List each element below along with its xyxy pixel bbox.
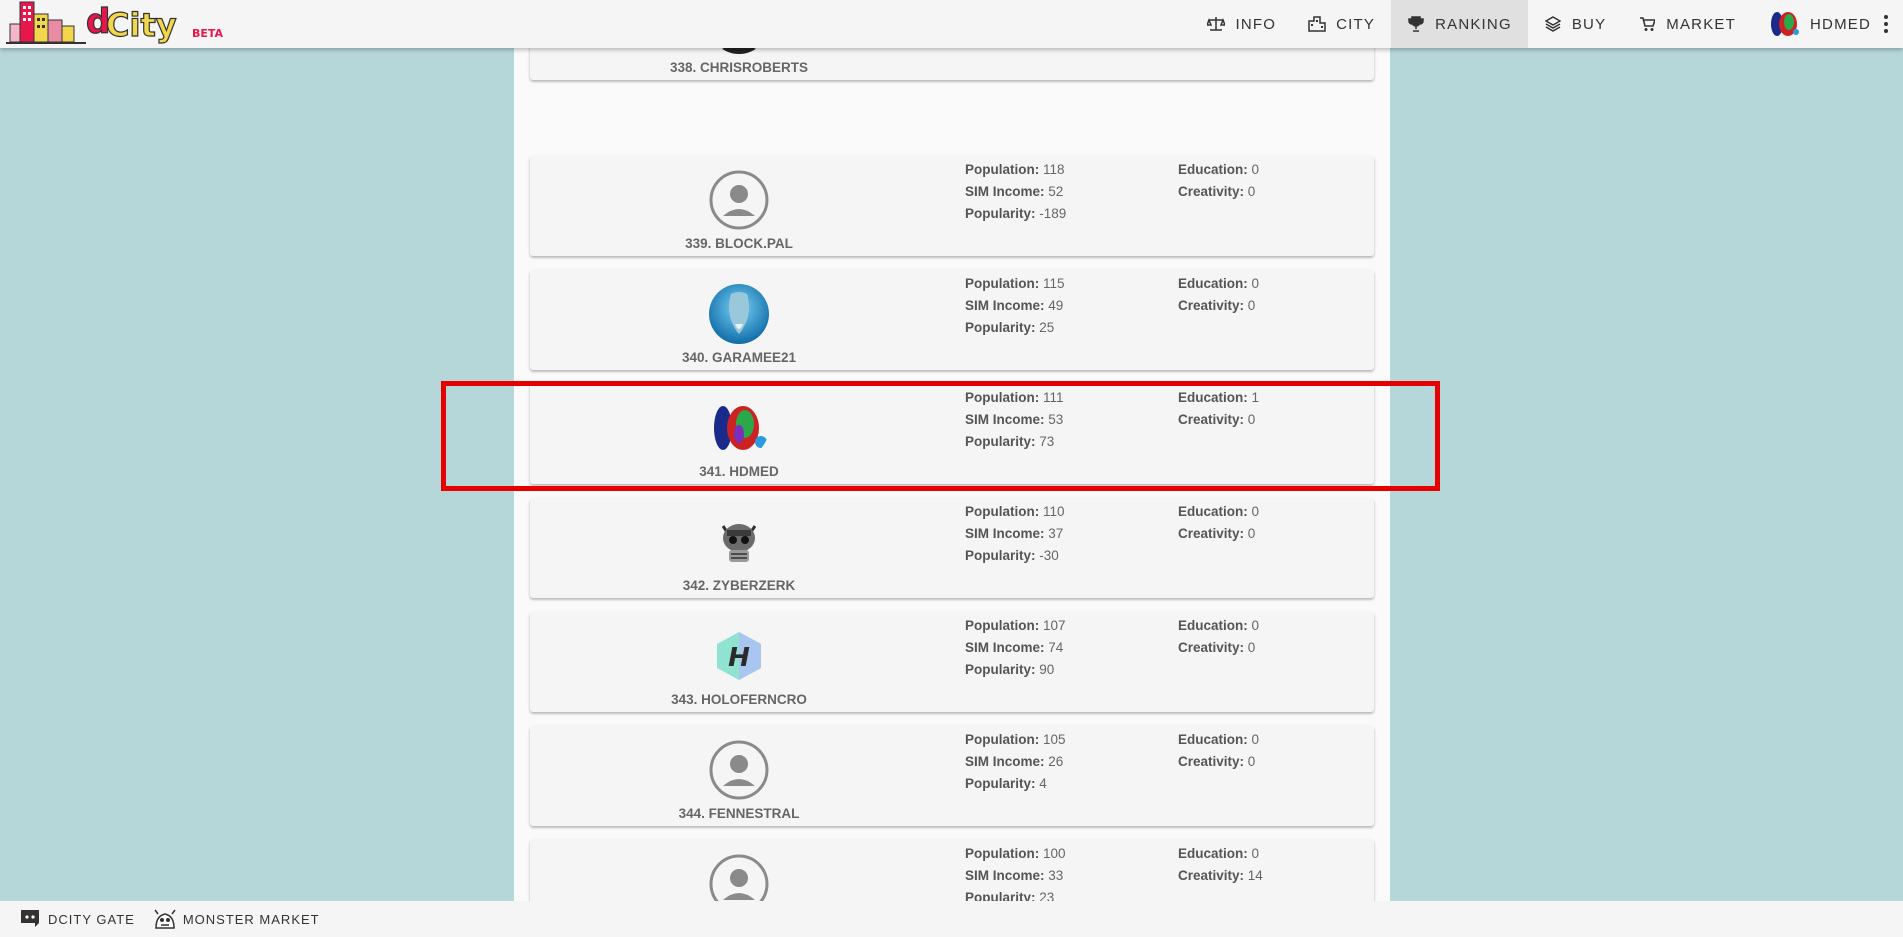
education-stat: Education: 0 bbox=[1178, 504, 1260, 519]
creativity-stat: Creativity: 0 bbox=[1178, 640, 1256, 655]
user-avatar bbox=[1768, 8, 1800, 40]
monster-icon bbox=[153, 908, 177, 930]
sim-income-stat: SIM Income: 52 bbox=[965, 184, 1064, 199]
nav-info[interactable]: INFO bbox=[1191, 0, 1292, 48]
sim-income-stat: SIM Income: 74 bbox=[965, 640, 1064, 655]
user-menu[interactable]: HDMED bbox=[1752, 0, 1903, 48]
education-stat: Education: 0 bbox=[1178, 162, 1260, 177]
education-stat: Education: 0 bbox=[1178, 618, 1260, 633]
discord-icon bbox=[18, 908, 42, 930]
ranking-card-current-user[interactable]: 341. HDMED Population: 111 SIM Income: 5… bbox=[530, 384, 1374, 484]
top-navbar: d City BETA INFO CITY RANKING BUY MARKET… bbox=[0, 0, 1903, 48]
main-nav: INFO CITY RANKING BUY MARKET HDMED bbox=[1191, 0, 1903, 48]
ranking-panel: 338. CHRISROBERTS Population: 120 SIM In… bbox=[514, 0, 1390, 901]
ranking-name: 343. HOLOFERNCRO bbox=[671, 692, 807, 707]
layers-icon bbox=[1544, 15, 1562, 33]
creativity-stat: Creativity: 14 bbox=[1178, 868, 1263, 883]
dcity-gate-link[interactable]: DCITY GATE bbox=[18, 908, 135, 930]
beta-badge: BETA bbox=[192, 27, 224, 40]
sim-income-stat: SIM Income: 37 bbox=[965, 526, 1064, 541]
ranking-card[interactable]: 344. FENNESTRAL Population: 105 SIM Inco… bbox=[530, 726, 1374, 826]
ranking-card[interactable]: 339. BLOCK.PAL Population: 118 SIM Incom… bbox=[530, 156, 1374, 256]
balance-scale-icon bbox=[1207, 15, 1226, 33]
default-user-icon bbox=[709, 854, 769, 901]
user-avatar-photo bbox=[709, 284, 769, 344]
nav-buy[interactable]: BUY bbox=[1528, 0, 1622, 48]
ranking-card[interactable]: 340. GARAMEE21 Population: 115 SIM Incom… bbox=[530, 270, 1374, 370]
ranking-card[interactable]: 342. ZYBERZERK Population: 110 SIM Incom… bbox=[530, 498, 1374, 598]
creativity-stat: Creativity: 0 bbox=[1178, 298, 1256, 313]
dcity-logo[interactable]: d City BETA bbox=[6, 0, 226, 48]
cart-icon bbox=[1638, 15, 1656, 33]
popularity-stat: Popularity: 25 bbox=[965, 320, 1055, 335]
population-stat: Population: 107 bbox=[965, 618, 1066, 633]
ranking-card[interactable]: Population: 100 SIM Income: 33 Popularit… bbox=[530, 840, 1374, 901]
user-avatar-photo bbox=[709, 398, 769, 458]
popularity-stat: Popularity: 4 bbox=[965, 776, 1047, 791]
ranking-name: 341. HDMED bbox=[699, 464, 779, 479]
creativity-stat: Creativity: 0 bbox=[1178, 754, 1256, 769]
popularity-stat: Popularity: 90 bbox=[965, 662, 1055, 677]
popularity-stat: Popularity: -189 bbox=[965, 206, 1067, 221]
population-stat: Population: 111 bbox=[965, 390, 1064, 405]
education-stat: Education: 1 bbox=[1178, 390, 1260, 405]
population-stat: Population: 115 bbox=[965, 276, 1065, 291]
education-stat: Education: 0 bbox=[1178, 276, 1260, 291]
trophy-icon bbox=[1407, 15, 1425, 33]
education-stat: Education: 0 bbox=[1178, 846, 1260, 861]
ranking-name: 338. CHRISROBERTS bbox=[669, 60, 809, 75]
sim-income-stat: SIM Income: 49 bbox=[965, 298, 1064, 313]
ranking-name: 344. FENNESTRAL bbox=[678, 806, 800, 821]
city-icon bbox=[1308, 15, 1326, 33]
education-stat: Education: 0 bbox=[1178, 732, 1260, 747]
ranking-name: 342. ZYBERZERK bbox=[682, 578, 796, 593]
nav-market[interactable]: MARKET bbox=[1622, 0, 1752, 48]
sim-income-stat: SIM Income: 26 bbox=[965, 754, 1064, 769]
popularity-stat: Popularity: -30 bbox=[965, 548, 1059, 563]
svg-text:City: City bbox=[106, 6, 177, 44]
nav-ranking[interactable]: RANKING bbox=[1391, 0, 1528, 48]
popularity-stat: Popularity: 73 bbox=[965, 434, 1055, 449]
nav-city[interactable]: CITY bbox=[1292, 0, 1391, 48]
ranking-name: 340. GARAMEE21 bbox=[681, 350, 797, 365]
population-stat: Population: 118 bbox=[965, 162, 1065, 177]
ranking-name: 339. BLOCK.PAL bbox=[685, 236, 793, 251]
population-stat: Population: 105 bbox=[965, 732, 1066, 747]
default-user-icon bbox=[709, 740, 769, 800]
creativity-stat: Creativity: 0 bbox=[1178, 526, 1256, 541]
creativity-stat: Creativity: 0 bbox=[1178, 184, 1256, 199]
footer-bar: DCITY GATE MONSTER MARKET bbox=[0, 901, 1903, 937]
user-avatar-photo: H bbox=[709, 626, 769, 686]
monster-market-link[interactable]: MONSTER MARKET bbox=[153, 908, 320, 930]
ranking-card[interactable]: H 343. HOLOFERNCRO Population: 107 SIM I… bbox=[530, 612, 1374, 712]
sim-income-stat: SIM Income: 33 bbox=[965, 868, 1064, 883]
ranking-list[interactable]: 338. CHRISROBERTS Population: 120 SIM In… bbox=[514, 0, 1390, 901]
population-stat: Population: 110 bbox=[965, 504, 1065, 519]
population-stat: Population: 100 bbox=[965, 846, 1066, 861]
svg-text:H: H bbox=[728, 643, 750, 673]
sim-income-stat: SIM Income: 53 bbox=[965, 412, 1064, 427]
more-vert-icon[interactable] bbox=[1879, 15, 1893, 33]
creativity-stat: Creativity: 0 bbox=[1178, 412, 1256, 427]
user-avatar-photo bbox=[709, 512, 769, 572]
default-user-icon bbox=[709, 170, 769, 230]
popularity-stat: Popularity: 23 bbox=[965, 890, 1055, 901]
